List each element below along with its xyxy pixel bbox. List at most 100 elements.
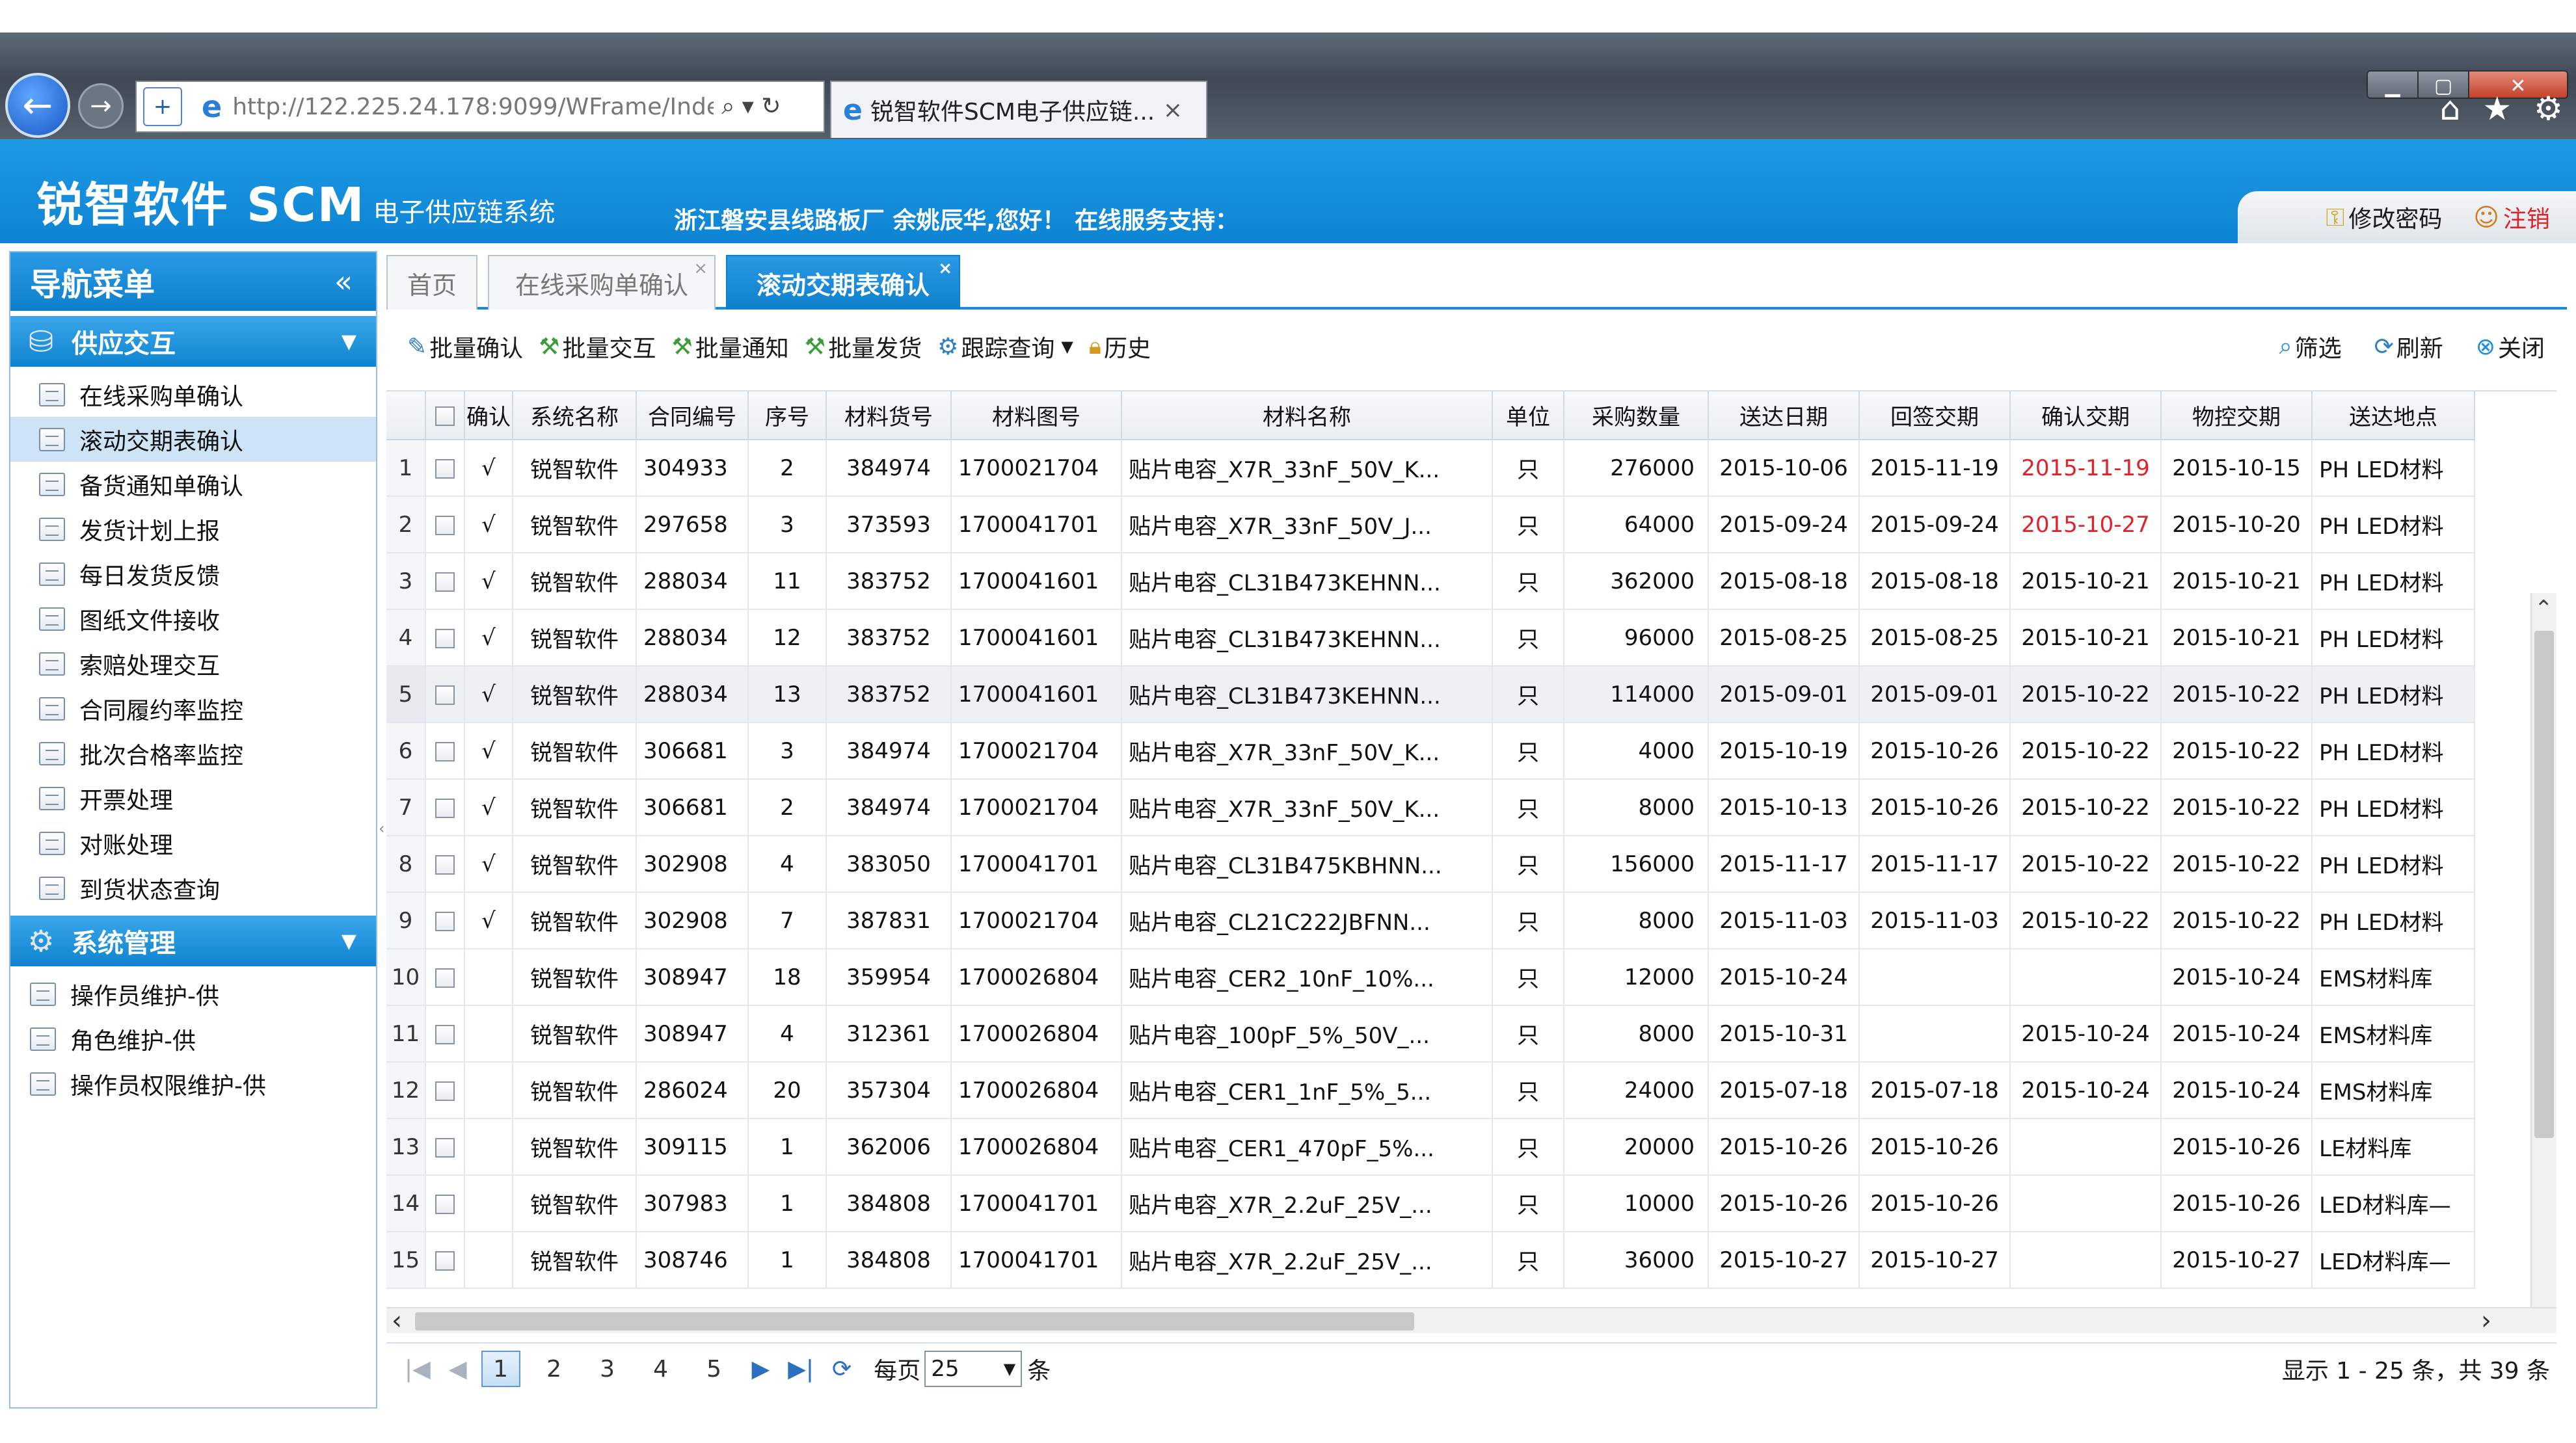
nav-item-operator[interactable]: 操作员维护-供 xyxy=(10,972,376,1016)
tab-purchase-confirm[interactable]: 在线采购单确认 × xyxy=(488,255,716,310)
column-header[interactable]: 材料图号 xyxy=(951,391,1122,440)
address-bar[interactable]: + e http://122.225.24.178:9099/WFrame/In… xyxy=(135,81,825,133)
browser-tab[interactable]: e 锐智软件SCM电子供应链... × xyxy=(830,81,1207,138)
tab-close-icon[interactable]: × xyxy=(693,259,708,278)
table-row[interactable]: 3 √ 锐智软件 288034 11 383752 1700041601 贴片电容_CL31B… xyxy=(386,553,2475,610)
table-row[interactable]: 1 √ 锐智软件 304933 2 384974 1700021704 贴片电容_X7R_33… xyxy=(386,440,2475,497)
compat-shield-icon[interactable]: + xyxy=(143,87,182,126)
history-button[interactable]: 🔒︎ 历史 xyxy=(1089,330,1151,364)
batch-confirm-button[interactable]: ✎ 批量确认 xyxy=(407,330,523,364)
table-row[interactable]: 6 √ 锐智软件 306681 3 384974 1700021704 贴片电容_X7R_33… xyxy=(386,722,2475,780)
url-text[interactable]: http://122.225.24.178:9099/WFrame/Index.… xyxy=(232,94,714,120)
nav-item-claims[interactable]: 索赔处理交互 xyxy=(10,641,376,686)
row-checkbox[interactable] xyxy=(435,742,455,761)
column-header[interactable]: 系统名称 xyxy=(513,391,637,440)
page-number[interactable]: 3 xyxy=(588,1351,627,1387)
nav-item-daily-feedback[interactable]: 每日发货反馈 xyxy=(10,551,376,596)
row-checkbox[interactable] xyxy=(435,1081,455,1101)
row-checkbox[interactable] xyxy=(435,1251,455,1271)
nav-item-role[interactable]: 角色维护-供 xyxy=(10,1016,376,1061)
track-query-dropdown[interactable]: ⚙ 跟踪查询 ▼ xyxy=(937,330,1073,364)
nav-item-contract-monitor[interactable]: 合同履约率监控 xyxy=(10,686,376,731)
table-row[interactable]: 4 √ 锐智软件 288034 12 383752 1700041601 贴片电容_CL31B… xyxy=(386,609,2475,667)
row-checkbox[interactable] xyxy=(435,685,455,705)
column-header[interactable]: 送达日期 xyxy=(1708,391,1860,440)
table-row[interactable]: 15 锐智软件 308746 1 384808 1700041701 贴片电容_X7R_2.… xyxy=(386,1232,2475,1289)
first-page-icon[interactable]: |◀ xyxy=(405,1356,431,1383)
per-page-select[interactable]: 25 ▼ xyxy=(924,1351,1023,1387)
nav-item-arrival-status[interactable]: 到货状态查询 xyxy=(10,866,376,910)
gear-icon[interactable]: ⚙ xyxy=(2534,90,2563,127)
column-header[interactable]: 单位 xyxy=(1492,391,1564,440)
table-row[interactable]: 12 锐智软件 286024 20 357304 1700026804 贴片电容_CER1_… xyxy=(386,1062,2475,1119)
column-header[interactable]: 物控交期 xyxy=(2161,391,2313,440)
row-checkbox[interactable] xyxy=(435,968,455,988)
table-row[interactable]: 2 √ 锐智软件 297658 3 373593 1700041701 贴片电容_X7R_33… xyxy=(386,496,2475,553)
section-supply-interaction[interactable]: ⛁ 供应交互 ▼ xyxy=(10,316,376,367)
forward-button[interactable]: → xyxy=(78,83,124,129)
back-button[interactable]: ← xyxy=(5,73,70,138)
tab-close-icon[interactable]: × xyxy=(1163,97,1183,124)
tab-close-icon[interactable]: × xyxy=(938,259,952,278)
section-system-management[interactable]: ⚙ 系统管理 ▼ xyxy=(10,916,376,966)
sidebar-splitter-handle[interactable]: ‹ xyxy=(379,819,385,845)
table-row[interactable]: 10 锐智软件 308947 18 359954 1700026804 贴片电容_CER2_… xyxy=(386,949,2475,1006)
column-header[interactable]: 合同编号 xyxy=(636,391,749,440)
change-password-link[interactable]: ⚿ 修改密码 xyxy=(2326,200,2442,234)
batch-notify-button[interactable]: ⚒ 批量通知 xyxy=(671,330,788,364)
column-header[interactable]: 序号 xyxy=(748,391,827,440)
batch-interact-button[interactable]: ⚒ 批量交互 xyxy=(539,330,656,364)
row-checkbox[interactable] xyxy=(435,572,455,592)
batch-ship-button[interactable]: ⚒ 批量发货 xyxy=(805,330,922,364)
nav-item-purchase-confirm[interactable]: 在线采购单确认 xyxy=(10,372,376,417)
row-checkbox[interactable] xyxy=(435,1025,455,1044)
nav-item-batch-monitor[interactable]: 批次合格率监控 xyxy=(10,731,376,776)
table-row[interactable]: 8 √ 锐智软件 302908 4 383050 1700041701 贴片电容_CL31B4… xyxy=(386,836,2475,893)
close-button[interactable]: ⊗ 关闭 xyxy=(2476,330,2545,364)
row-checkbox[interactable] xyxy=(435,1138,455,1158)
scroll-thumb[interactable] xyxy=(2534,631,2554,1138)
nav-item-rolling-delivery[interactable]: 滚动交期表确认 xyxy=(10,417,376,462)
column-header[interactable]: 确认交期 xyxy=(2010,391,2162,440)
column-header[interactable]: 回签交期 xyxy=(1859,391,2011,440)
scroll-right-icon[interactable]: › xyxy=(2481,1306,2491,1336)
column-header[interactable]: 采购数量 xyxy=(1564,391,1709,440)
nav-item-permission[interactable]: 操作员权限维护-供 xyxy=(10,1061,376,1106)
nav-item-stock-notice[interactable]: 备货通知单确认 xyxy=(10,462,376,507)
row-checkbox[interactable] xyxy=(435,629,455,648)
row-checkbox[interactable] xyxy=(435,912,455,931)
table-row[interactable]: 14 锐智软件 307983 1 384808 1700041701 贴片电容_X7R_2.… xyxy=(386,1175,2475,1232)
scroll-up-icon[interactable]: ⌃ xyxy=(2534,596,2553,622)
page-number[interactable]: 5 xyxy=(695,1351,734,1387)
scroll-left-icon[interactable]: ‹ xyxy=(392,1306,402,1336)
horizontal-scrollbar[interactable]: ‹ › xyxy=(386,1306,2556,1336)
row-checkbox[interactable] xyxy=(435,855,455,875)
home-icon[interactable]: ⌂ xyxy=(2440,90,2461,127)
vertical-scrollbar[interactable]: ⌃ ⌄ xyxy=(2530,593,2556,1307)
prev-page-icon[interactable]: ◀ xyxy=(449,1356,467,1383)
select-all-checkbox[interactable] xyxy=(435,406,455,426)
page-number[interactable]: 2 xyxy=(535,1351,574,1387)
favorites-star-icon[interactable]: ★ xyxy=(2482,90,2512,127)
column-header[interactable]: 送达地点 xyxy=(2312,391,2475,440)
page-number[interactable]: 4 xyxy=(641,1351,680,1387)
row-checkbox[interactable] xyxy=(435,799,455,818)
table-row[interactable]: 13 锐智软件 309115 1 362006 1700026804 贴片电容_CER1_4… xyxy=(386,1119,2475,1176)
next-page-icon[interactable]: ▶ xyxy=(752,1356,770,1383)
logout-link[interactable]: ☺ 注销 xyxy=(2473,200,2550,234)
table-row[interactable]: 11 锐智软件 308947 4 312361 1700026804 贴片电容_100pF_… xyxy=(386,1005,2475,1063)
page-number[interactable]: 1 xyxy=(481,1351,520,1387)
row-checkbox[interactable] xyxy=(435,459,455,479)
column-header[interactable]: 确认 xyxy=(464,391,513,440)
refresh-button[interactable]: ⟳ 刷新 xyxy=(2374,330,2443,364)
scroll-thumb[interactable] xyxy=(415,1312,1414,1330)
nav-item-reconcile[interactable]: 对账处理 xyxy=(10,821,376,866)
nav-item-ship-plan[interactable]: 发货计划上报 xyxy=(10,507,376,551)
column-header[interactable]: 材料名称 xyxy=(1121,391,1493,440)
collapse-icon[interactable]: « xyxy=(334,264,353,299)
nav-item-invoice[interactable]: 开票处理 xyxy=(10,776,376,821)
reload-icon[interactable]: ⟳ xyxy=(832,1356,852,1383)
table-row[interactable]: 7 √ 锐智软件 306681 2 384974 1700021704 贴片电容_X7R_33… xyxy=(386,779,2475,836)
table-row[interactable]: 5 √ 锐智软件 288034 13 383752 1700041601 贴片电容_CL31B… xyxy=(386,666,2475,723)
tab-rolling-delivery[interactable]: 滚动交期表确认 × xyxy=(726,255,960,310)
